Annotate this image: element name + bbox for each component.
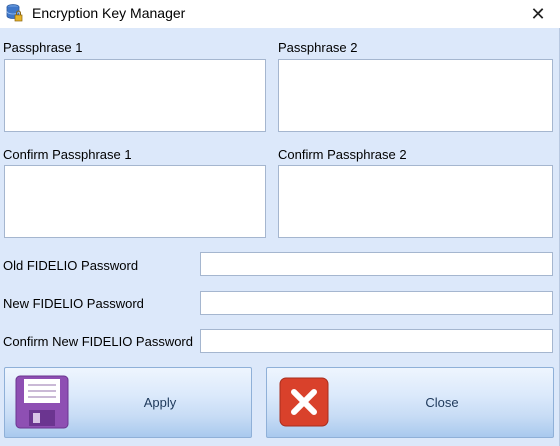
new-password-input[interactable] — [200, 291, 553, 315]
passphrase2-input[interactable] — [278, 59, 553, 132]
floppy-disk-icon — [15, 375, 69, 429]
window-title: Encryption Key Manager — [32, 5, 186, 21]
apply-button[interactable]: Apply — [4, 367, 252, 438]
passphrase1-input[interactable] — [4, 59, 266, 132]
close-button[interactable]: Close — [266, 367, 554, 438]
close-icon[interactable]: ✕ — [516, 0, 560, 28]
title-bar: Encryption Key Manager ✕ — [0, 0, 560, 28]
apply-label: Apply — [143, 395, 177, 410]
passphrase1-label: Passphrase 1 — [3, 40, 83, 55]
red-x-icon — [279, 377, 329, 427]
confirm-new-password-input[interactable] — [200, 329, 553, 353]
confirm-passphrase1-label: Confirm Passphrase 1 — [3, 147, 132, 162]
passphrase2-label: Passphrase 2 — [278, 40, 358, 55]
confirm-passphrase2-input[interactable] — [278, 165, 553, 238]
confirm-passphrase2-label: Confirm Passphrase 2 — [278, 147, 407, 162]
new-password-label: New FIDELIO Password — [3, 296, 144, 311]
old-password-input[interactable] — [200, 252, 553, 276]
old-password-label: Old FIDELIO Password — [3, 258, 139, 273]
dialog-body: Passphrase 1 Passphrase 2 Confirm Passph… — [0, 28, 560, 446]
confirm-passphrase1-input[interactable] — [4, 165, 266, 238]
database-lock-icon — [6, 4, 23, 22]
close-label: Close — [425, 395, 459, 410]
confirm-new-password-label: Confirm New FIDELIO Password — [3, 334, 193, 349]
